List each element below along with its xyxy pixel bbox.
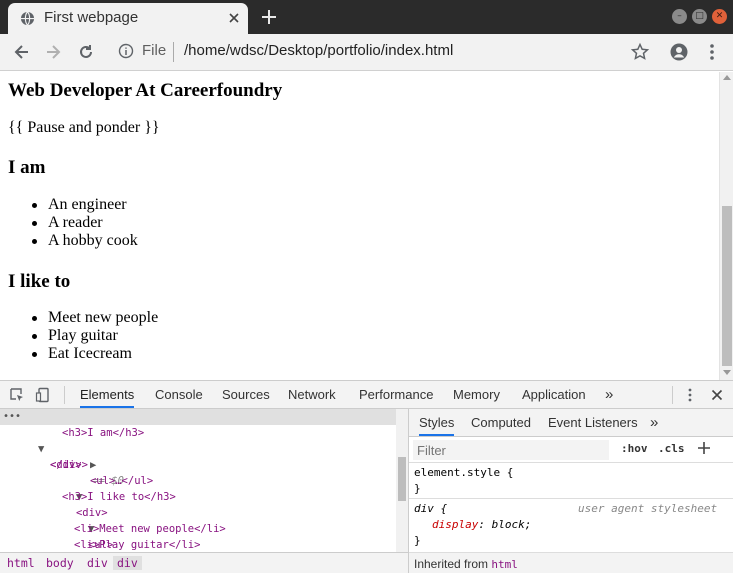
reload-icon[interactable] — [76, 42, 96, 62]
dom-node[interactable]: <li>Play guitar</li> — [74, 537, 200, 552]
page-title: Web Developer At Careerfoundry — [8, 80, 283, 101]
back-arrow-icon[interactable] — [12, 42, 32, 62]
tab-performance[interactable]: Performance — [359, 381, 433, 408]
devtools-toolbar: Elements Console Sources Network Perform… — [0, 381, 733, 409]
list-item: A reader — [32, 214, 138, 232]
dom-node[interactable]: <h3>I like to</h3> — [62, 489, 176, 505]
menu-kebab-icon[interactable] — [702, 42, 722, 62]
rule-close-brace: } — [414, 534, 421, 547]
minimize-button[interactable]: – — [672, 9, 687, 24]
dom-node[interactable]: ▶ <ul>…</ul> — [52, 441, 153, 487]
tab-application[interactable]: Application — [522, 381, 586, 408]
more-tabs-button[interactable]: » — [605, 381, 613, 408]
browser-toolbar: File /home/wdsc/Desktop/portfolio/index.… — [0, 34, 733, 71]
section-heading-i-am: I am — [8, 157, 46, 178]
styles-tabs: Styles Computed Event Listeners » — [409, 409, 733, 437]
close-window-button[interactable]: ✕ — [712, 9, 727, 24]
inherited-from-header: Inherited from html — [409, 552, 733, 573]
rule-close-brace: } — [414, 482, 421, 495]
ua-stylesheet-label: user agent stylesheet — [578, 502, 718, 515]
list-i-am: An engineer A reader A hobby cook — [32, 196, 138, 250]
more-style-tabs-button[interactable]: » — [650, 409, 658, 436]
element-style-rule: element.style { } — [409, 463, 733, 499]
close-tab-icon[interactable] — [226, 10, 242, 26]
list-i-like-to: Meet new people Play guitar Eat Icecream — [31, 309, 159, 363]
tab-sources[interactable]: Sources — [222, 381, 270, 408]
node-actions-icon[interactable]: ••• — [3, 409, 21, 425]
list-item: Eat Icecream — [31, 345, 158, 363]
elements-scrollbar[interactable] — [396, 409, 408, 552]
list-item: An engineer — [32, 196, 138, 214]
address-separator — [173, 42, 174, 62]
toolbar-divider — [672, 386, 673, 404]
list-item: Play guitar — [31, 327, 158, 345]
styles-filter-input[interactable] — [413, 440, 609, 460]
dom-node[interactable]: <h3>I am</h3> — [62, 425, 144, 441]
breadcrumb-html[interactable]: html — [7, 556, 35, 570]
dom-node[interactable]: <li>Meet new people</li> — [74, 521, 226, 537]
tab-console[interactable]: Console — [155, 381, 203, 408]
list-item: Meet new people — [31, 309, 159, 326]
ua-property-name: display — [432, 518, 479, 531]
star-icon[interactable] — [630, 42, 650, 62]
styles-filter-row: :hov .cls — [409, 437, 733, 463]
new-style-rule-icon[interactable] — [696, 440, 712, 456]
tab-memory[interactable]: Memory — [453, 381, 500, 408]
close-devtools-icon[interactable] — [709, 387, 725, 403]
page-scrollbar[interactable] — [719, 72, 733, 380]
profile-icon[interactable] — [669, 42, 689, 62]
globe-icon — [20, 11, 35, 26]
breadcrumb-div[interactable]: div — [87, 556, 108, 570]
inherited-from-link[interactable]: html — [491, 558, 518, 571]
forward-arrow-icon[interactable] — [43, 42, 63, 62]
element-style-selector[interactable]: element.style { — [414, 465, 513, 481]
dom-node[interactable]: ▼ <ul> — [50, 505, 113, 551]
device-toggle-icon[interactable] — [35, 387, 51, 403]
maximize-button[interactable]: □ — [692, 9, 707, 24]
ua-selector: div { — [414, 502, 448, 515]
ua-property-value: block; — [491, 518, 532, 531]
expand-arrow-icon[interactable]: ▼ — [38, 441, 44, 457]
tab-network[interactable]: Network — [288, 381, 336, 408]
file-scheme-label: File — [142, 42, 167, 59]
elements-scrollbar-thumb[interactable] — [398, 457, 406, 501]
scroll-up-arrow-icon[interactable] — [723, 75, 731, 80]
dom-node-selected[interactable]: ••• ▼ <div> == $0 — [0, 409, 396, 487]
tab-event-listeners[interactable]: Event Listeners — [548, 409, 638, 436]
devtools-panel: Elements Console Sources Network Perform… — [0, 380, 733, 573]
title-bar: First webpage – □ ✕ — [0, 0, 733, 34]
collapsed-arrow-icon[interactable]: ▶ — [90, 459, 96, 471]
section-heading-i-like-to: I like to — [8, 271, 71, 292]
inspect-element-icon[interactable] — [9, 387, 25, 403]
cls-toggle[interactable]: .cls — [658, 442, 685, 455]
list-item: A hobby cook — [32, 232, 138, 249]
dom-node[interactable]: </div> — [50, 457, 88, 473]
elements-tree[interactable]: ••• ▼ <div> == $0 <h3>I am</h3> ▶ <ul>…<… — [0, 409, 396, 552]
page-viewport: Web Developer At Careerfoundry {{ Pause … — [0, 72, 719, 380]
tab-title: First webpage — [44, 9, 139, 26]
devtools-menu-kebab-icon[interactable] — [682, 387, 698, 403]
ua-style-rule: div { user agent stylesheet display: blo… — [409, 499, 733, 552]
new-tab-icon[interactable] — [260, 8, 278, 26]
inherited-label: Inherited from — [414, 557, 489, 571]
dom-node[interactable]: ▼ <div> — [38, 473, 108, 519]
ua-declaration: display: block; — [432, 518, 532, 531]
page-scrollbar-thumb[interactable] — [722, 206, 732, 366]
page-paragraph: {{ Pause and ponder }} — [8, 119, 160, 136]
info-icon[interactable] — [118, 43, 134, 59]
tab-computed[interactable]: Computed — [471, 409, 531, 436]
browser-tab[interactable]: First webpage — [8, 3, 248, 34]
breadcrumb-body[interactable]: body — [46, 556, 74, 570]
toolbar-divider — [64, 386, 65, 404]
address-bar[interactable]: /home/wdsc/Desktop/portfolio/index.html — [184, 42, 453, 59]
tab-styles[interactable]: Styles — [419, 409, 455, 436]
scroll-down-arrow-icon[interactable] — [723, 370, 731, 375]
breadcrumb: html body div div — [0, 552, 408, 573]
breadcrumb-div-active[interactable]: div — [113, 556, 142, 570]
tab-elements[interactable]: Elements — [80, 381, 135, 408]
hov-toggle[interactable]: :hov — [621, 442, 648, 455]
styles-pane: Styles Computed Event Listeners » :hov .… — [408, 409, 733, 573]
